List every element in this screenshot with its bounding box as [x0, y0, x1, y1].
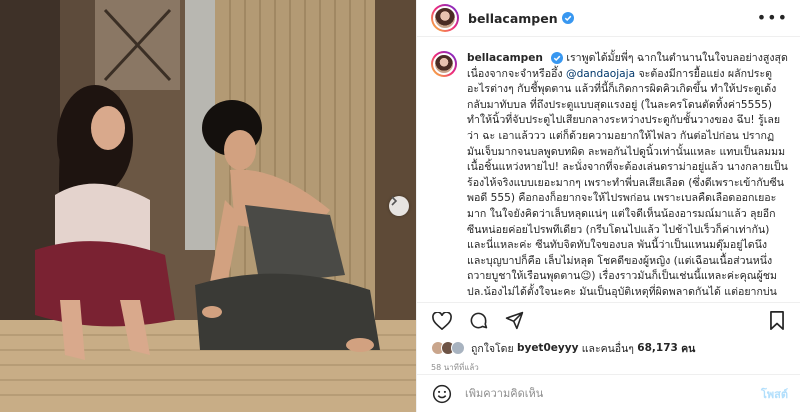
heart-icon[interactable]	[431, 310, 453, 332]
liker-avatars	[431, 341, 465, 355]
post-timestamp[interactable]: 58 นาทีที่แล้ว	[417, 358, 800, 374]
action-bar	[417, 302, 800, 338]
instagram-post: bellacampen ••• bellacampen เราพูดได้มั้…	[0, 0, 800, 412]
chevron-right-icon	[391, 196, 398, 206]
avatar	[451, 341, 465, 355]
caption-avatar[interactable]	[431, 51, 457, 77]
comment-input[interactable]	[465, 387, 761, 400]
post-comment-button[interactable]: โพสต์	[761, 385, 788, 403]
comment-icon[interactable]	[467, 310, 489, 332]
header-username[interactable]: bellacampen	[468, 11, 558, 26]
caption-username[interactable]: bellacampen	[467, 52, 543, 64]
share-icon[interactable]	[503, 310, 525, 332]
post-photo[interactable]	[0, 0, 416, 412]
likes-prefix: ถูกใจโดย	[471, 342, 514, 355]
avatar[interactable]	[431, 4, 459, 32]
caption-mention-link[interactable]: @dandaojaja	[566, 68, 635, 80]
post-details-panel: bellacampen ••• bellacampen เราพูดได้มั้…	[416, 0, 800, 412]
next-image-button[interactable]	[389, 196, 409, 216]
likes-row: ถูกใจโดย byet0eyyy และคนอื่นๆ 68,173 คน	[417, 338, 800, 358]
likes-first-user[interactable]: byet0eyyy	[517, 342, 578, 354]
verified-icon	[550, 52, 563, 64]
likes-count[interactable]: 68,173	[637, 342, 678, 354]
comment-box: โพสต์	[417, 374, 800, 412]
post-header: bellacampen •••	[417, 0, 800, 37]
likes-suffix: คน	[681, 342, 696, 355]
bookmark-icon[interactable]	[766, 310, 788, 332]
caption-section: bellacampen เราพูดได้มั้ยพี่ๆ ฉากในตำนาน…	[417, 37, 800, 302]
likes-middle: และคนอื่นๆ	[581, 342, 634, 355]
caption-text-part2: จะต้องมีการยื้อแย่ง ผลักประตูอะไรต่างๆ ก…	[467, 67, 788, 302]
verified-icon	[561, 12, 574, 24]
more-icon[interactable]: •••	[757, 10, 788, 26]
photo-illustration	[0, 0, 416, 412]
emoji-icon[interactable]	[431, 383, 453, 405]
caption-text: bellacampen เราพูดได้มั้ยพี่ๆ ฉากในตำนาน…	[467, 51, 788, 302]
